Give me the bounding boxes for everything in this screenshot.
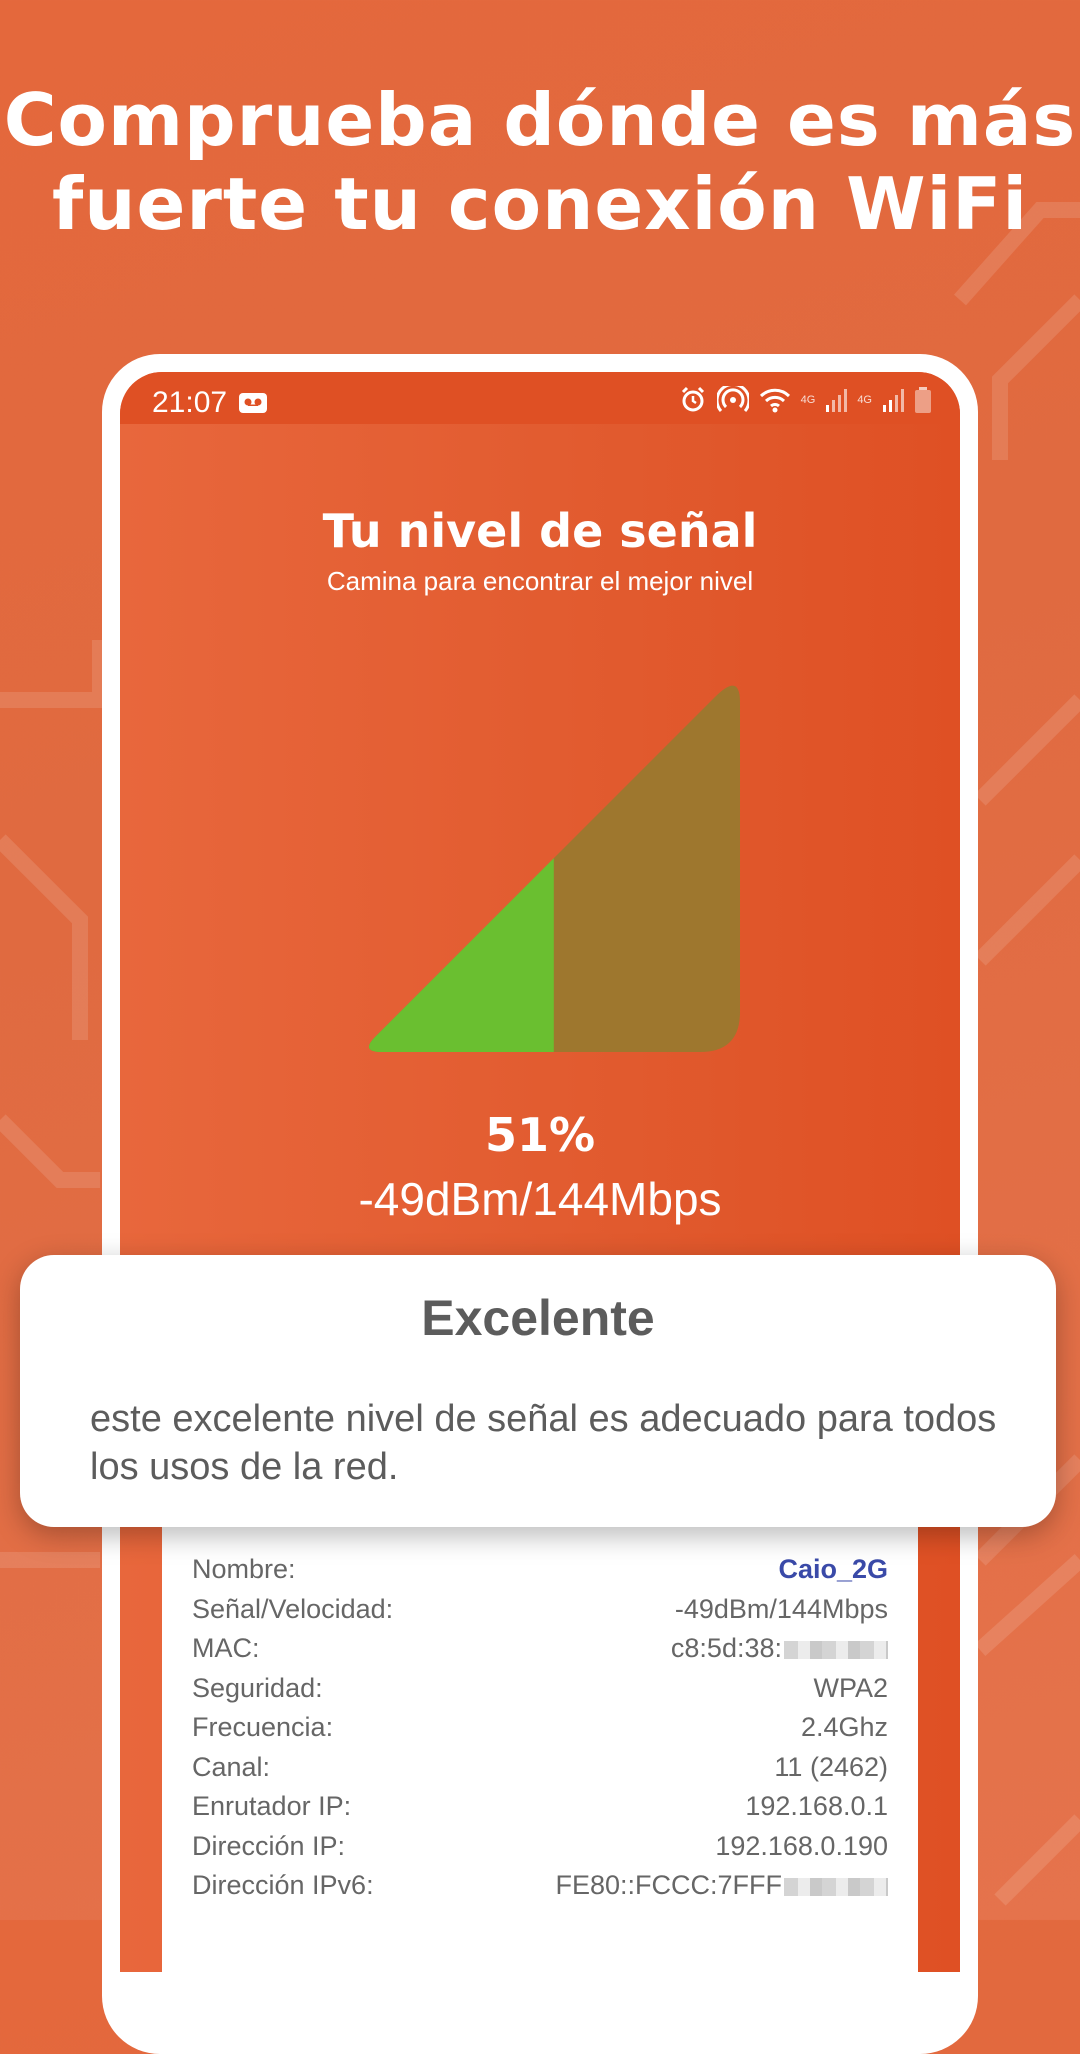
status-time: 21:07 xyxy=(152,386,228,419)
details-row-value: 2.4Ghz xyxy=(801,1708,888,1748)
details-row-value: -49dBm/144Mbps xyxy=(675,1590,888,1630)
redacted-value xyxy=(784,1877,888,1896)
details-row-value-text: WPA2 xyxy=(813,1672,888,1703)
wifi-icon xyxy=(759,388,790,413)
network-type-label: 4G xyxy=(800,394,816,406)
details-row-label: Enrutador IP: xyxy=(192,1791,352,1821)
details-row-label: Señal/Velocidad: xyxy=(192,1593,394,1624)
details-row-value: FE80::FCCC:7FFF xyxy=(555,1866,888,1906)
details-row: Frecuencia: 2.4Ghz xyxy=(192,1708,888,1748)
details-row-value-text: c8:5d:38: xyxy=(670,1633,782,1663)
details-row-value: WPA2 xyxy=(813,1669,888,1709)
popup-title: Excelente xyxy=(421,1290,655,1346)
details-row: MAC: c8:5d:38: xyxy=(192,1629,888,1669)
details-row-value: 11 (2462) xyxy=(774,1748,888,1788)
signal-meter-fill xyxy=(368,685,554,1053)
signal-percent: 51% xyxy=(484,1108,596,1162)
network-details-card: Más detalles de la red Nombre:Caio_2GSeñ… xyxy=(162,1500,918,2000)
details-row-value-text: 192.168.0.1 xyxy=(745,1791,888,1821)
details-row: Seguridad: WPA2 xyxy=(192,1669,888,1709)
details-row: Nombre: Caio_2G xyxy=(192,1550,888,1590)
details-row: Dirección IPv6: FE80::FCCC:7FFF xyxy=(192,1866,888,1906)
status-bar: 21:07 4G 4G xyxy=(120,372,960,424)
details-row-value-text: FE80::FCCC:7FFF xyxy=(555,1870,782,1900)
signal-subtitle: Camina para encontrar el mejor nivel xyxy=(326,566,754,596)
battery-icon xyxy=(915,387,931,413)
redacted-value xyxy=(784,1640,888,1659)
details-row-label: Dirección IP: xyxy=(192,1830,346,1861)
signal-title: Tu nivel de señal xyxy=(322,504,758,558)
details-row-value: c8:5d:38: xyxy=(671,1629,888,1669)
details-row-label: MAC: xyxy=(192,1633,260,1663)
details-row-value-text: 2.4Ghz xyxy=(800,1712,888,1742)
popup-message: este excelente nivel de señal es adecuad… xyxy=(90,1398,997,1488)
promo-headline: Comprueba dónde es más fuerte tu conexió… xyxy=(0,78,1080,246)
details-row: Canal: 11 (2462) xyxy=(192,1748,888,1788)
headline-line-1: Comprueba dónde es más xyxy=(3,78,1077,162)
details-row-value: 192.168.0.190 xyxy=(715,1827,888,1867)
details-row-label: Nombre: xyxy=(192,1554,296,1584)
signal-dbm-speed: -49dBm/144Mbps xyxy=(358,1173,722,1225)
hotspot-icon xyxy=(716,386,749,412)
alarm-icon xyxy=(681,386,704,412)
details-row: Dirección IP: 192.168.0.190 xyxy=(192,1827,888,1867)
signal-quality-popup[interactable]: Excelente este excelente nivel de señal … xyxy=(20,1255,1056,1527)
details-row-label: Frecuencia: xyxy=(192,1712,334,1742)
details-row-value: 192.168.0.1 xyxy=(745,1787,888,1827)
details-row-label: Seguridad: xyxy=(192,1672,323,1703)
signal-icon xyxy=(826,389,848,412)
signal-icon xyxy=(883,389,904,412)
details-row: Señal/Velocidad: -49dBm/144Mbps xyxy=(192,1590,888,1630)
details-row-value-text: Caio_2G xyxy=(778,1554,888,1584)
details-row-value-text: -49dBm/144Mbps xyxy=(674,1593,888,1624)
details-row-value-text: 192.168.0.190 xyxy=(715,1830,888,1861)
details-row-value: Caio_2G xyxy=(778,1550,888,1590)
details-row-label: Dirección IPv6: xyxy=(192,1870,374,1900)
status-icons: 4G 4G xyxy=(679,384,932,416)
voicemail-icon xyxy=(239,393,267,413)
details-row: Enrutador IP: 192.168.0.1 xyxy=(192,1787,888,1827)
signal-strength-meter xyxy=(368,685,740,1053)
details-list: Nombre: Caio_2G Señal/Velocidad: -49dBm/144… xyxy=(192,1550,888,1906)
details-row-label: Canal: xyxy=(192,1751,271,1782)
details-row-value-text: 11 (2462) xyxy=(774,1751,888,1782)
network-type-label: 4G xyxy=(857,394,872,406)
headline-line-2: fuerte tu conexión WiFi xyxy=(51,162,1029,246)
